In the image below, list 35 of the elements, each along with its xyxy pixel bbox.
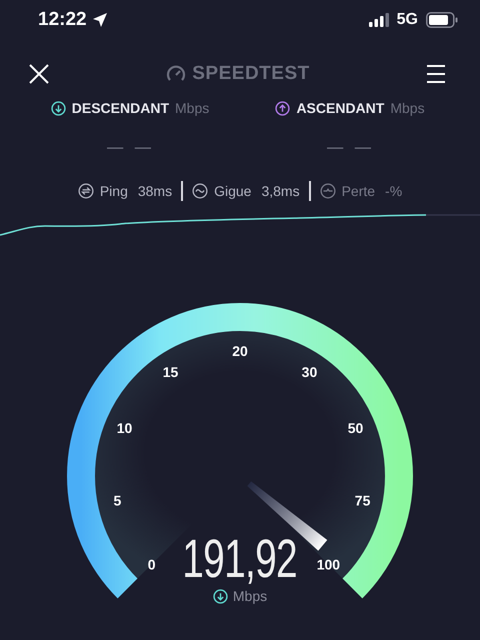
tick-label: 5 xyxy=(114,492,122,508)
tick-label: 75 xyxy=(354,492,370,508)
tick-label: 30 xyxy=(302,364,318,380)
tick-label: 50 xyxy=(348,420,364,436)
metric-label: Gigue xyxy=(214,183,252,199)
unit-label: Mbps xyxy=(232,588,268,604)
tick-label: 20 xyxy=(232,343,248,359)
download-icon xyxy=(212,588,228,604)
result-value: — — xyxy=(326,137,374,158)
close-icon[interactable] xyxy=(28,63,50,85)
menu-icon[interactable] xyxy=(426,64,446,84)
metric-value: -% xyxy=(385,183,402,199)
unit-label: Mbps xyxy=(390,100,425,116)
location-arrow-icon xyxy=(92,12,108,28)
tick-label: 0 xyxy=(148,556,156,572)
result-label: DESCENDANT xyxy=(72,100,169,116)
tick-label: 15 xyxy=(162,364,178,380)
app-logo: SPEEDTEST xyxy=(192,63,310,85)
tick-label: 10 xyxy=(116,420,132,436)
unit-label: Mbps xyxy=(175,100,210,116)
wave-icon xyxy=(192,183,208,199)
network-type: 5G xyxy=(396,11,418,29)
clock-time: 12:22 xyxy=(38,9,87,31)
result-value: — — xyxy=(106,137,154,158)
pulse-icon xyxy=(320,183,336,199)
metric-label: Ping xyxy=(100,183,128,199)
tick-label: 100 xyxy=(316,556,340,572)
metric-value: 3,8ms xyxy=(261,183,300,199)
result-label: ASCENDANT xyxy=(296,100,384,116)
ping-icon xyxy=(78,183,94,199)
metric-label: Perte xyxy=(342,183,376,199)
metric-value: 38ms xyxy=(138,183,172,199)
battery-icon xyxy=(426,12,458,28)
speed-reading: 191,92 xyxy=(182,532,298,586)
signal-icon xyxy=(368,12,391,28)
